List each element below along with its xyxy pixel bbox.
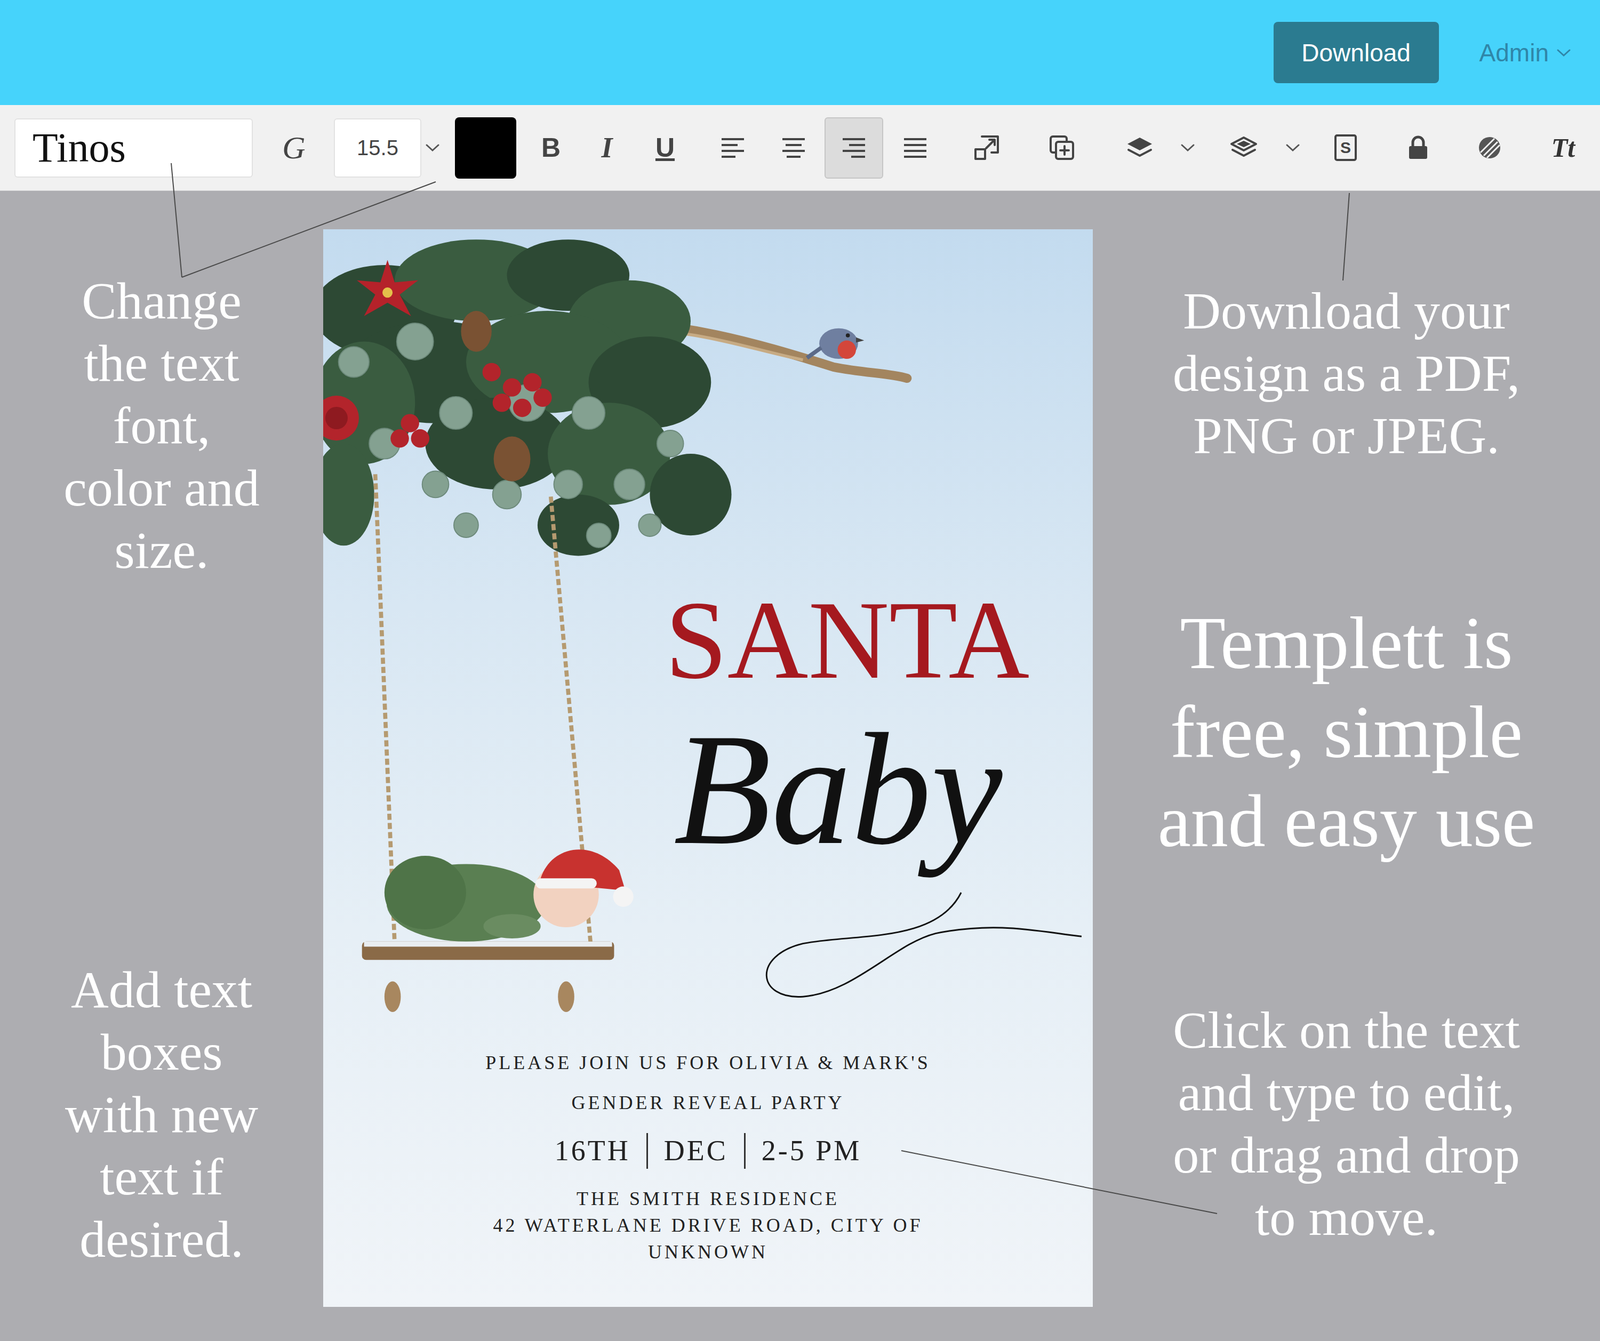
address-line[interactable]: 42 WATERLANE DRIVE ROAD, CITY OF: [493, 1212, 924, 1239]
annotation-line: PNG or JPEG.: [1193, 404, 1500, 468]
editor-app: Download Admin Tinos G15.5 BIU S Tt Changethe t…: [0, 0, 1600, 1341]
lock-icon: [1404, 134, 1432, 162]
align-center-icon: [780, 136, 807, 160]
promo-text: Templett isfree, simpleand easy use: [1157, 598, 1536, 866]
layer-up-icon: [1125, 135, 1155, 160]
left-annotations: Changethe textfont,color andsize. Add tex…: [0, 190, 324, 1341]
annotation-line: design as a PDF,: [1172, 342, 1520, 405]
date-part[interactable]: 16TH: [538, 1133, 647, 1170]
date-row[interactable]: 16THDEC2-5 PM: [323, 1126, 1093, 1175]
lock-button[interactable]: [1391, 117, 1445, 179]
align-right-icon: [840, 136, 868, 160]
workspace: Changethe textfont,color andsize. Add tex…: [0, 190, 1600, 1341]
download-tip: Download yourdesign as a PDF,PNG or JPEG…: [1172, 280, 1520, 468]
align-button[interactable]: [824, 117, 884, 179]
annotation-line: to move.: [1254, 1186, 1438, 1250]
duplicate-icon: [1048, 134, 1076, 162]
invitation-content: SANTABaby PLEASE JOIN US FOR OLIVIA & MAR…: [323, 229, 1093, 1308]
chevron-down-icon: [425, 143, 440, 152]
font-size-dropdown[interactable]: [424, 117, 441, 179]
edit-tip: Click on the textand type to edit,or dra…: [1172, 999, 1520, 1250]
address-line[interactable]: UNKNOWN: [648, 1238, 768, 1266]
address-line[interactable]: THE SMITH RESIDENCE: [576, 1185, 840, 1213]
text-size-button[interactable]: Tt: [1536, 117, 1590, 179]
send-backward-dropdown[interactable]: [1284, 117, 1301, 179]
message-line[interactable]: GENDER REVEAL PARTY: [571, 1083, 845, 1124]
annotation-line: Add text: [70, 958, 253, 1022]
style-button[interactable]: S: [1318, 117, 1373, 179]
annotation-line: Change: [81, 269, 242, 333]
annotation-line: boxes: [100, 1021, 223, 1084]
invitation-address[interactable]: THE SMITH RESIDENCE42 WATERLANE DRIVE RO…: [323, 1185, 1093, 1266]
annotation-line: with new: [65, 1083, 259, 1147]
formatting-toolbar: Tinos G15.5 BIU S Tt: [0, 105, 1600, 191]
annotation-line: free, simple: [1170, 687, 1523, 777]
invitation-card: SANTABaby PLEASE JOIN US FOR OLIVIA & MAR…: [323, 229, 1093, 1308]
invitation-subtitle[interactable]: Baby: [673, 709, 1003, 870]
font-family-field[interactable]: Tinos: [14, 118, 253, 178]
account-menu[interactable]: Admin: [1479, 38, 1572, 68]
annotation-line: font,: [113, 394, 211, 458]
duplicate-button[interactable]: [1035, 117, 1089, 179]
annotation-line: the text: [83, 332, 239, 395]
font-tip: Changethe textfont,color andsize.: [63, 269, 260, 582]
bring-forward-button[interactable]: [1113, 117, 1167, 179]
annotation-line: size.: [114, 519, 210, 582]
account-name[interactable]: Admin: [1479, 38, 1549, 68]
align-left-icon: [719, 136, 747, 160]
text-color-swatch[interactable]: [454, 117, 517, 179]
align-button[interactable]: [703, 117, 763, 179]
annotation-line: desired.: [79, 1208, 244, 1271]
bring-forward-dropdown[interactable]: [1179, 117, 1196, 179]
chevron-down-icon: [1285, 143, 1301, 152]
bold-button[interactable]: B: [524, 117, 578, 179]
font-style-button[interactable]: G: [269, 117, 318, 179]
message-line[interactable]: PLEASE JOIN US FOR OLIVIA & MARK'S: [485, 1043, 931, 1084]
align-button[interactable]: [885, 117, 945, 179]
invitation-message[interactable]: PLEASE JOIN US FOR OLIVIA & MARK'SGENDER…: [323, 1043, 1093, 1124]
annotation-line: Download your: [1182, 280, 1510, 343]
chevron-down-icon: [1180, 143, 1196, 152]
resize-icon: [973, 134, 1000, 162]
annotation-line: Templett is: [1180, 598, 1514, 688]
align-justify-icon: [901, 136, 929, 160]
align-button[interactable]: [764, 117, 823, 179]
right-annotations: Download yourdesign as a PDF,PNG or JPEG…: [1092, 190, 1600, 1341]
date-part[interactable]: 2-5 PM: [744, 1133, 878, 1170]
mask-icon: [1476, 134, 1503, 162]
layer-down-icon: [1229, 135, 1259, 160]
annotation-line: text if: [99, 1146, 223, 1209]
download-button[interactable]: Download: [1273, 21, 1439, 84]
font-size-field[interactable]: 15.5: [333, 118, 422, 178]
resize-button[interactable]: [960, 117, 1014, 179]
textbox-tip: Add textboxeswith newtext ifdesired.: [65, 958, 259, 1271]
mask-button[interactable]: [1462, 117, 1517, 179]
underline-button[interactable]: U: [638, 117, 692, 179]
annotation-line: color and: [63, 457, 260, 520]
annotation-line: and easy use: [1157, 776, 1536, 866]
invitation-title[interactable]: SANTA: [665, 581, 1030, 699]
chevron-down-icon: [1556, 48, 1572, 58]
annotation-line: or drag and drop: [1172, 1124, 1520, 1187]
send-backward-button[interactable]: [1217, 117, 1271, 179]
italic-button[interactable]: I: [580, 117, 634, 179]
annotation-line: Click on the text: [1172, 999, 1520, 1062]
style-letter[interactable]: S: [1334, 134, 1357, 162]
annotation-line: and type to edit,: [1178, 1061, 1515, 1125]
header-bar: Download Admin: [0, 0, 1600, 106]
date-part[interactable]: DEC: [646, 1133, 744, 1170]
